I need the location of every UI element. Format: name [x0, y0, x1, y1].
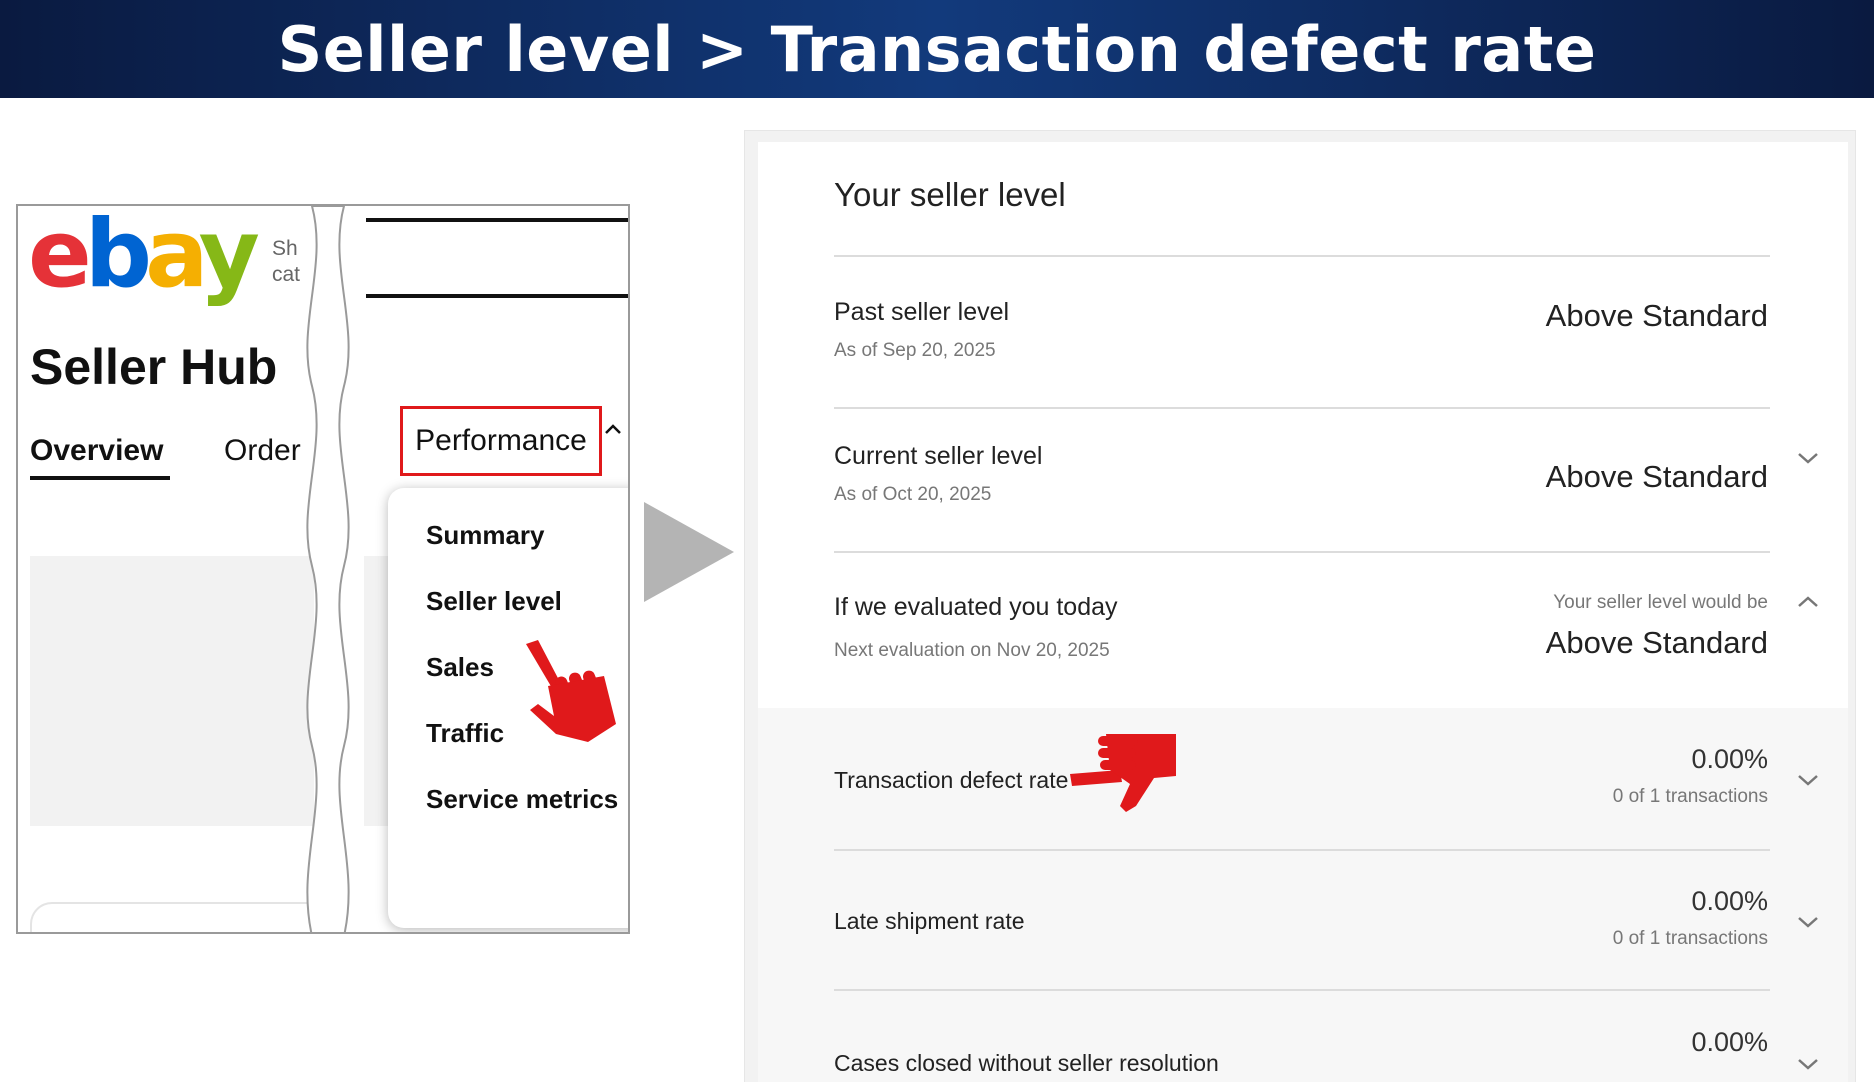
chevron-up-icon[interactable]	[1796, 594, 1820, 610]
past-seller-level-value: Above Standard	[1545, 298, 1768, 333]
content-card	[30, 902, 314, 932]
chevron-down-icon[interactable]	[1796, 772, 1820, 788]
past-seller-level-label: Past seller level	[834, 298, 1010, 326]
current-seller-level-date: As of Oct 20, 2025	[834, 484, 992, 505]
header-divider	[366, 294, 628, 298]
seller-level-would-be-note: Your seller level would be	[1553, 592, 1768, 613]
current-seller-level-value: Above Standard	[1545, 459, 1768, 494]
late-shipment-rate-label[interactable]: Late shipment rate	[834, 908, 1025, 935]
transaction-defect-rate-label[interactable]: Transaction defect rate	[834, 767, 1068, 794]
divider	[834, 255, 1770, 257]
pointing-hand-icon	[1070, 734, 1176, 812]
seller-hub-panel: ebay Sh cat Seller Hub Overview Order Pe…	[16, 204, 630, 934]
past-seller-level-date: As of Sep 20, 2025	[834, 340, 996, 361]
active-tab-indicator	[30, 476, 170, 480]
menu-item-seller-level[interactable]: Seller level	[426, 586, 562, 617]
chevron-down-icon[interactable]	[1796, 914, 1820, 930]
divider	[834, 989, 1770, 991]
ebay-logo[interactable]: ebay	[28, 208, 260, 302]
evaluation-today-value: Above Standard	[1545, 625, 1768, 660]
page-title: Seller Hub	[30, 339, 278, 395]
evaluation-today-label: If we evaluated you today	[834, 593, 1118, 621]
tab-overview[interactable]: Overview	[30, 434, 163, 468]
banner-title: Seller level > Transaction defect rate	[277, 12, 1597, 86]
cases-closed-value: 0.00%	[1691, 1027, 1768, 1057]
banner: Seller level > Transaction defect rate	[0, 0, 1874, 98]
content-placeholder	[30, 556, 314, 826]
pointing-hand-icon	[526, 640, 616, 742]
chevron-down-icon[interactable]	[1796, 1056, 1820, 1072]
menu-item-summary[interactable]: Summary	[426, 520, 545, 551]
seller-level-title: Your seller level	[834, 176, 1066, 213]
header-divider	[366, 218, 628, 222]
chevron-down-icon[interactable]	[1796, 450, 1820, 466]
play-arrow-icon	[644, 502, 734, 602]
divider	[834, 407, 1770, 409]
late-shipment-rate-detail: 0 of 1 transactions	[1612, 928, 1768, 949]
divider	[834, 849, 1770, 851]
transaction-defect-rate-detail: 0 of 1 transactions	[1612, 786, 1768, 807]
shop-text-line1: Sh	[272, 237, 298, 260]
tab-performance[interactable]: Performance	[400, 406, 602, 476]
late-shipment-rate-value: 0.00%	[1691, 886, 1768, 916]
tab-orders[interactable]: Order	[224, 434, 301, 468]
current-seller-level-label: Current seller level	[834, 442, 1043, 470]
metrics-section	[758, 708, 1848, 1082]
transaction-defect-rate-value: 0.00%	[1691, 744, 1768, 774]
shop-text-line2: cat	[272, 263, 301, 286]
next-evaluation-date: Next evaluation on Nov 20, 2025	[834, 640, 1110, 661]
menu-item-sales[interactable]: Sales	[426, 652, 494, 683]
chevron-up-icon[interactable]	[604, 422, 622, 436]
divider	[834, 551, 1770, 553]
screenshot-break-divider	[306, 206, 350, 932]
shop-by-category-button[interactable]: Sh cat	[272, 236, 300, 288]
cases-closed-label[interactable]: Cases closed without seller resolution	[834, 1050, 1219, 1077]
menu-item-traffic[interactable]: Traffic	[426, 718, 504, 749]
menu-item-service-metrics[interactable]: Service metrics	[426, 784, 618, 815]
